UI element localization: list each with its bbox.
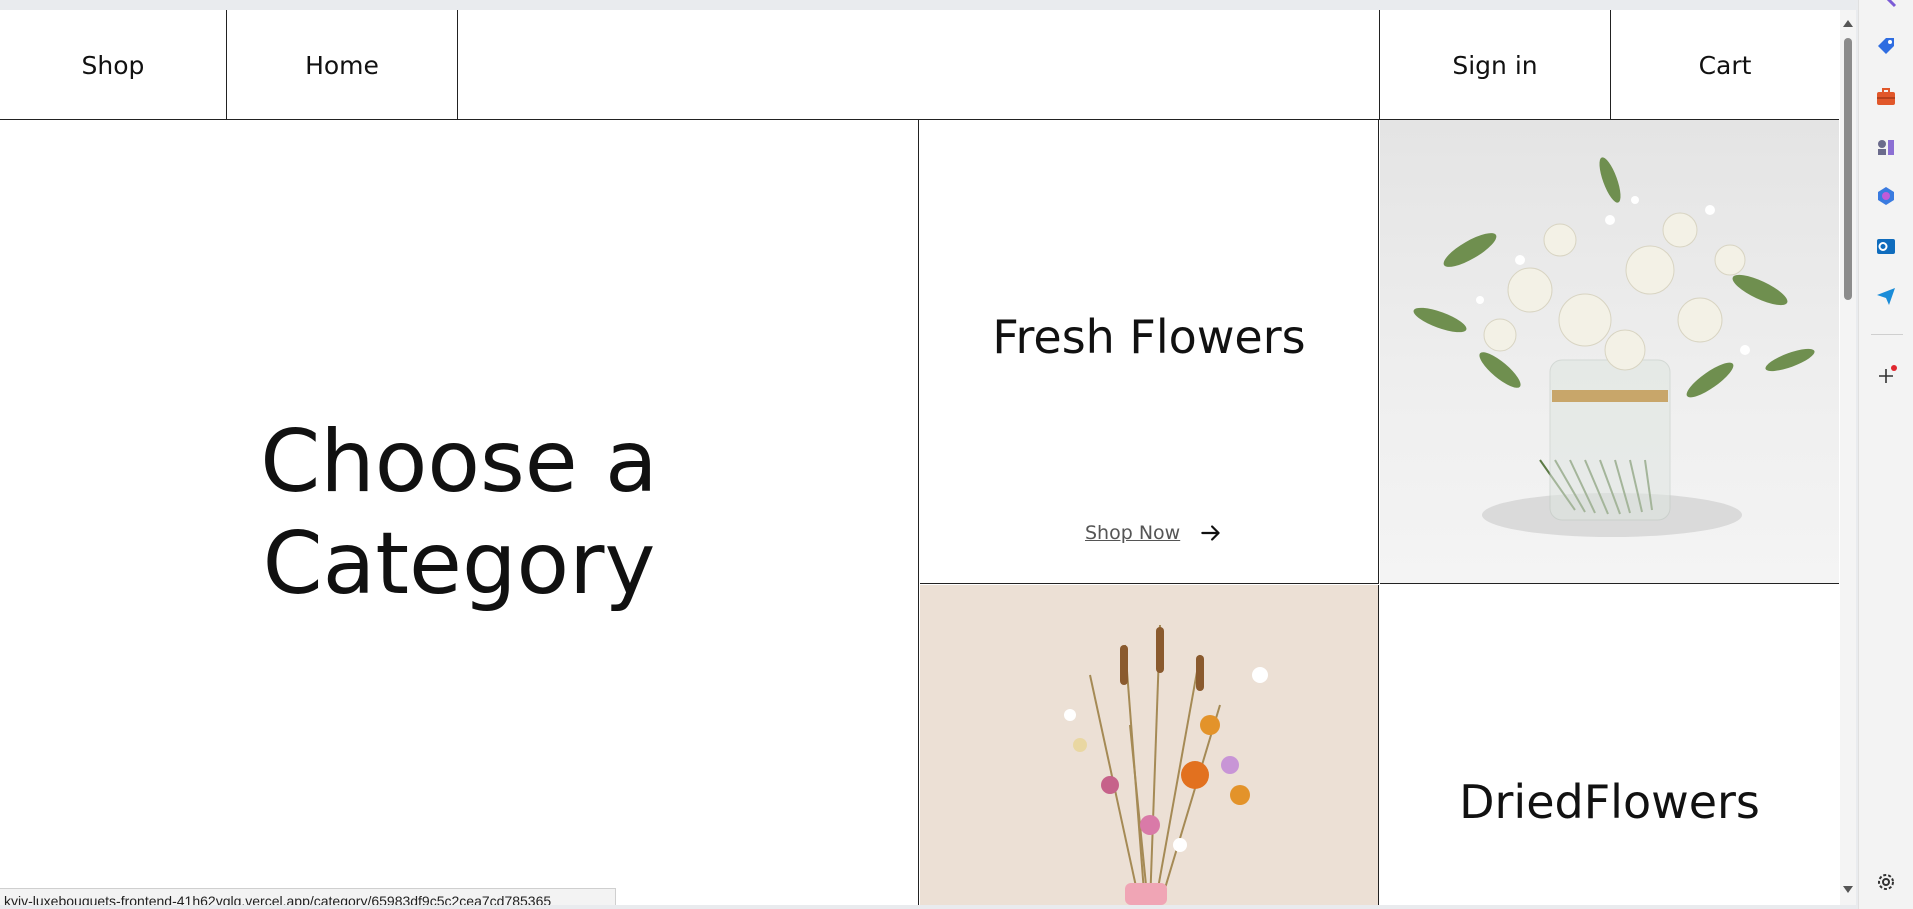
dried-flowers-image[interactable] bbox=[920, 585, 1379, 905]
scroll-thumb[interactable] bbox=[1844, 38, 1852, 300]
sidebar-divider bbox=[1871, 334, 1903, 335]
browser-sidebar bbox=[1858, 0, 1913, 909]
fresh-flowers-image[interactable] bbox=[1380, 120, 1839, 584]
status-bar-url: kyiv-luxebouquets-frontend-41h62vglq.ver… bbox=[0, 888, 616, 905]
outlook-icon[interactable] bbox=[1875, 235, 1897, 257]
page-scrollbar[interactable] bbox=[1840, 10, 1856, 905]
copilot-icon[interactable] bbox=[1875, 185, 1897, 207]
scroll-down-icon[interactable] bbox=[1843, 886, 1853, 893]
white-bouquet-image bbox=[1413, 157, 1815, 537]
sparkle-icon[interactable] bbox=[1875, 0, 1897, 16]
category-title: DriedFlowers bbox=[1459, 775, 1760, 829]
send-icon[interactable] bbox=[1875, 285, 1897, 307]
shop-now-cta[interactable]: Shop Now bbox=[1085, 520, 1224, 546]
arrow-right-icon[interactable] bbox=[1198, 520, 1224, 546]
nav-home-link[interactable]: Home bbox=[227, 10, 458, 120]
scroll-up-icon[interactable] bbox=[1843, 20, 1853, 27]
add-icon[interactable] bbox=[1875, 365, 1897, 387]
page-title: Choose a Category bbox=[260, 411, 658, 614]
nav-shop-link[interactable]: Shop bbox=[0, 10, 227, 120]
shop-now-link[interactable]: Shop Now bbox=[1085, 522, 1180, 544]
briefcase-icon[interactable] bbox=[1875, 86, 1897, 108]
nav-cart-link[interactable]: Cart bbox=[1610, 10, 1839, 120]
top-navigation: Shop Home Sign in Cart bbox=[0, 10, 1839, 120]
nav-signin-link[interactable]: Sign in bbox=[1379, 10, 1610, 120]
dried-bouquet-image bbox=[1064, 624, 1268, 905]
page-viewport: Shop Home Sign in Cart Choose a Category… bbox=[0, 10, 1840, 905]
settings-icon[interactable] bbox=[1875, 871, 1897, 893]
category-card-fresh-flowers[interactable]: Fresh Flowers Shop Now bbox=[920, 120, 1379, 584]
hero-panel: Choose a Category bbox=[0, 120, 919, 905]
category-title: Fresh Flowers bbox=[992, 310, 1306, 364]
chess-icon[interactable] bbox=[1875, 135, 1897, 157]
category-card-dried-flowers[interactable]: DriedFlowers bbox=[1380, 585, 1839, 905]
tag-icon[interactable] bbox=[1875, 35, 1897, 57]
